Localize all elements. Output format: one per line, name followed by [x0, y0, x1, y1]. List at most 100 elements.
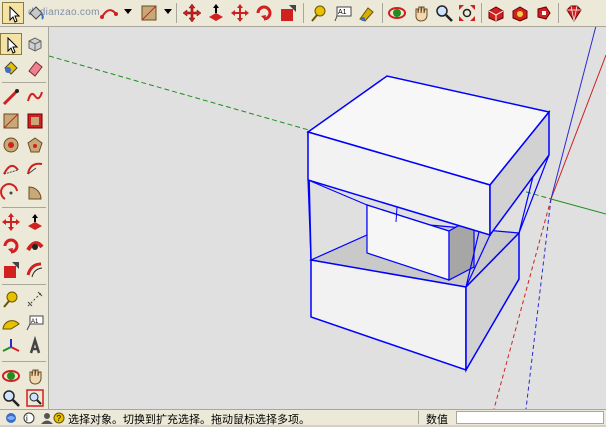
eraser-icon: [28, 61, 43, 77]
orbit-icon: [2, 370, 20, 382]
credits-icon[interactable]: i: [22, 412, 36, 424]
palette-follow-me-button[interactable]: [24, 235, 46, 257]
polygon-icon: [27, 137, 43, 153]
svg-text:?: ?: [57, 414, 62, 423]
paint-bucket-tool-button[interactable]: [25, 2, 47, 24]
follow-me-tool-button[interactable]: [253, 2, 275, 24]
palette-zoom-button[interactable]: [0, 387, 22, 409]
follow-me-icon: [26, 241, 44, 252]
pie-icon: [28, 186, 42, 200]
palette-rotate-button[interactable]: [0, 235, 22, 257]
paint-bucket-icon: [29, 6, 44, 20]
extension-icon: [537, 6, 551, 20]
3d-warehouse-button[interactable]: [485, 2, 507, 24]
rotate-icon: [231, 4, 249, 22]
3d-warehouse-icon: [488, 6, 504, 22]
pan-tool-button[interactable]: [410, 2, 432, 24]
measurements-input[interactable]: [456, 411, 604, 424]
help-icon[interactable]: ?: [52, 412, 66, 424]
palette-orbit-button[interactable]: [0, 365, 22, 387]
tape-measure-tool-button[interactable]: [308, 2, 330, 24]
line-icon: [2, 89, 19, 106]
select-tool-button[interactable]: [2, 2, 24, 24]
palette-two-point-arc-button[interactable]: [24, 158, 46, 180]
palette-text-button[interactable]: A1: [24, 312, 46, 334]
palette-select-button[interactable]: [0, 33, 22, 55]
blue-axis-line: [550, 27, 597, 200]
palette-pan-button[interactable]: [24, 365, 46, 387]
components-button[interactable]: [509, 2, 531, 24]
palette-rectangle-button[interactable]: [0, 110, 22, 132]
push-pull-tool-button[interactable]: [205, 2, 227, 24]
tape-measure-icon: [3, 291, 18, 308]
orbit-tool-button[interactable]: [386, 2, 408, 24]
zoom-extents-tool-button[interactable]: [456, 2, 478, 24]
svg-text:A1: A1: [31, 319, 39, 325]
circle-icon: [3, 137, 19, 153]
scale-icon: [4, 262, 19, 278]
red-axis-line: [550, 54, 606, 200]
palette-polygon-button[interactable]: [24, 134, 46, 156]
palette-offset-button[interactable]: [24, 259, 46, 281]
palette-axes-button[interactable]: [0, 336, 22, 358]
rectangle-tool-button[interactable]: [138, 2, 160, 24]
model-viewport[interactable]: [49, 27, 606, 409]
rotated-rectangle-icon: [27, 113, 43, 129]
paint-bucket-icon: [4, 61, 18, 75]
rectangle-dropdown-arrow[interactable]: [164, 9, 172, 14]
paint-icon: [359, 7, 374, 22]
protractor-icon: [2, 320, 20, 330]
palette-freehand-button[interactable]: [24, 86, 46, 108]
palette-zoom-window-button[interactable]: [24, 387, 46, 409]
arc-dropdown-arrow[interactable]: [124, 9, 132, 14]
zoom-icon: [436, 5, 453, 22]
offset-tool-button[interactable]: [277, 2, 299, 24]
palette-make-component-button[interactable]: [24, 33, 46, 55]
text-icon: A1: [334, 6, 352, 22]
ruby-console-button[interactable]: [562, 2, 584, 24]
status-bar: i ? 选择对象。切换到扩充选择。拖动鼠标选择多项。 数值: [0, 409, 606, 426]
svg-text:A1: A1: [338, 9, 347, 16]
two-point-arc-icon: [27, 162, 43, 175]
pan-icon: [29, 369, 42, 385]
palette-dimension-button[interactable]: [24, 288, 46, 310]
extension-button[interactable]: [533, 2, 555, 24]
components-icon: [512, 6, 528, 22]
axes-icon: [2, 339, 20, 352]
rotate-tool-button[interactable]: [229, 2, 251, 24]
paint-tool-button[interactable]: [356, 2, 378, 24]
offset-icon: [281, 5, 296, 21]
svg-text:i: i: [26, 414, 28, 423]
palette-eraser-button[interactable]: [24, 57, 46, 79]
main-toolbar: dadianzao.com A1: [0, 0, 606, 27]
palette-move-button[interactable]: [0, 211, 22, 233]
palette-protractor-button[interactable]: [0, 312, 22, 334]
select-arrow-icon: [9, 5, 21, 23]
freehand-icon: [27, 91, 43, 102]
palette-3d-text-button[interactable]: [24, 336, 46, 358]
offset-icon: [26, 262, 43, 278]
arc-icon: [3, 164, 19, 175]
palette-three-point-arc-button[interactable]: [0, 182, 22, 204]
push-pull-icon: [28, 214, 42, 230]
move-icon: [2, 213, 20, 231]
palette-arc-button[interactable]: [0, 158, 22, 180]
palette-scale-button[interactable]: [0, 259, 22, 281]
palette-tape-measure-button[interactable]: [0, 288, 22, 310]
scene-canvas[interactable]: [49, 27, 606, 409]
palette-line-button[interactable]: [0, 86, 22, 108]
palette-circle-button[interactable]: [0, 134, 22, 156]
zoom-tool-button[interactable]: [433, 2, 455, 24]
palette-paint-bucket-button[interactable]: [0, 57, 22, 79]
text-tool-button[interactable]: A1: [332, 2, 354, 24]
move-tool-button[interactable]: [181, 2, 203, 24]
palette-push-pull-button[interactable]: [24, 211, 46, 233]
green-axis-far: [550, 198, 606, 215]
tool-palette: A1: [0, 27, 49, 409]
geo-location-icon[interactable]: [4, 412, 18, 424]
pan-icon: [415, 6, 428, 22]
palette-pie-button[interactable]: [24, 182, 46, 204]
arc-tool-button[interactable]: [98, 2, 120, 24]
zoom-icon: [3, 390, 20, 407]
palette-rotated-rectangle-button[interactable]: [24, 110, 46, 132]
